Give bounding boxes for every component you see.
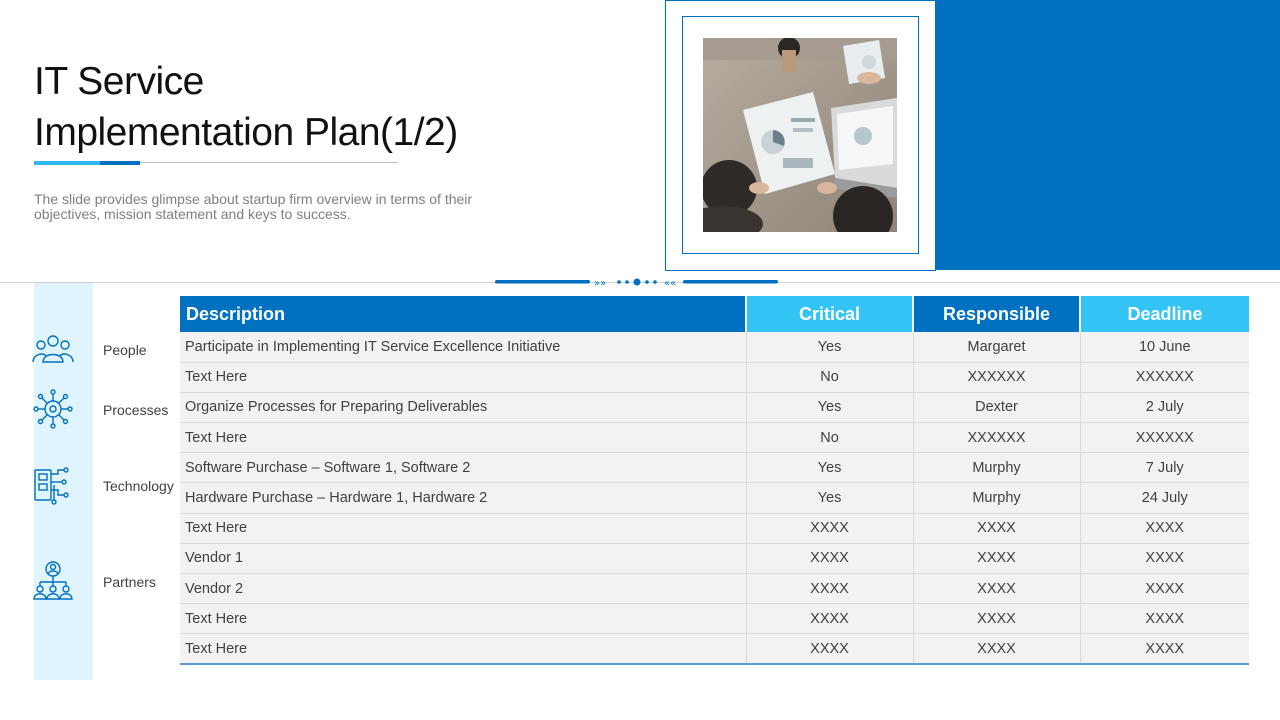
cell-description: Hardware Purchase – Hardware 1, Hardware…: [180, 482, 747, 514]
divider-ornament: »» ««: [495, 278, 778, 289]
title-line-2: Implementation Plan(1/2): [34, 111, 458, 154]
cell-description: Text Here: [180, 513, 747, 544]
table-row: Software Purchase – Software 1, Software…: [180, 452, 1249, 484]
table-header-row: Description Critical Responsible Deadlin…: [180, 296, 1249, 332]
side-label-processes: Processes: [103, 402, 169, 418]
cell-deadline: XXXX: [1080, 513, 1249, 544]
cell-critical: XXXX: [746, 603, 914, 635]
title-line-1: IT Service: [34, 60, 204, 103]
cell-critical: XXXX: [746, 573, 914, 605]
cell-deadline: 10 June: [1080, 332, 1249, 363]
cell-responsible: Margaret: [913, 332, 1081, 363]
circuit-device-icon: [34, 467, 69, 505]
svg-text:»»: »»: [594, 278, 606, 289]
cell-deadline: XXXX: [1080, 603, 1249, 635]
cell-critical: XXXX: [746, 633, 914, 666]
underline-accent-dark: [100, 161, 140, 165]
table-row: Text Here No XXXXXX XXXXXX: [180, 422, 1249, 454]
table-row: Text Here XXXX XXXX XXXX: [180, 633, 1249, 666]
table-row: Hardware Purchase – Hardware 1, Hardware…: [180, 482, 1249, 514]
cell-deadline: 24 July: [1080, 482, 1249, 514]
cell-critical: No: [746, 422, 914, 454]
cell-deadline: 7 July: [1080, 452, 1249, 484]
gear-network-icon: [33, 389, 73, 429]
cell-responsible: XXXX: [913, 513, 1081, 544]
cell-responsible: XXXXXX: [913, 422, 1081, 454]
cell-responsible: XXXX: [913, 633, 1081, 666]
table-row: Vendor 2 XXXX XXXX XXXX: [180, 573, 1249, 605]
implementation-plan-table: Description Critical Responsible Deadlin…: [180, 296, 1249, 666]
cell-critical: Yes: [746, 482, 914, 514]
cell-description: Organize Processes for Preparing Deliver…: [180, 392, 747, 424]
people-group-icon: [32, 335, 74, 363]
blue-accent-block: [935, 0, 1280, 270]
cell-description: Software Purchase – Software 1, Software…: [180, 452, 747, 484]
cell-critical: Yes: [746, 392, 914, 424]
table-body: Participate in Implementing IT Service E…: [180, 332, 1249, 666]
org-hierarchy-icon: [33, 561, 73, 600]
table-row: Text Here XXXX XXXX XXXX: [180, 513, 1249, 544]
cell-description: Text Here: [180, 603, 747, 635]
cell-critical: No: [746, 362, 914, 393]
underline-accent-light: [34, 161, 100, 165]
cell-critical: Yes: [746, 332, 914, 363]
header-deadline: Deadline: [1080, 296, 1249, 332]
svg-text:««: ««: [664, 278, 676, 289]
table-row: Organize Processes for Preparing Deliver…: [180, 392, 1249, 424]
table-row: Text Here XXXX XXXX XXXX: [180, 603, 1249, 635]
header-responsible: Responsible: [913, 296, 1081, 332]
slide-title: IT Service Implementation Plan(1/2): [34, 56, 494, 158]
cell-responsible: Murphy: [913, 452, 1081, 484]
cell-critical: XXXX: [746, 513, 914, 544]
cell-description: Vendor 2: [180, 573, 747, 605]
cell-description: Participate in Implementing IT Service E…: [180, 332, 747, 363]
cell-responsible: XXXX: [913, 603, 1081, 635]
cell-description: Text Here: [180, 362, 747, 393]
cell-deadline: XXXX: [1080, 573, 1249, 605]
cell-critical: XXXX: [746, 543, 914, 575]
slide-subtitle: The slide provides glimpse about startup…: [34, 191, 473, 222]
title-underline: [34, 161, 398, 165]
table-row: Vendor 1 XXXX XXXX XXXX: [180, 543, 1249, 575]
side-label-people: People: [103, 342, 147, 358]
cell-description: Text Here: [180, 422, 747, 454]
cell-responsible: XXXX: [913, 543, 1081, 575]
table-row: Text Here No XXXXXX XXXXXX: [180, 362, 1249, 393]
cell-description: Text Here: [180, 633, 747, 666]
header-critical: Critical: [746, 296, 914, 332]
cell-description: Vendor 1: [180, 543, 747, 575]
header-description: Description: [180, 296, 747, 332]
side-label-partners: Partners: [103, 574, 156, 590]
cell-deadline: XXXX: [1080, 543, 1249, 575]
meeting-photo-illustration: [703, 38, 897, 232]
cell-deadline: XXXXXX: [1080, 362, 1249, 393]
cell-responsible: Murphy: [913, 482, 1081, 514]
side-label-technology: Technology: [103, 478, 174, 494]
cell-deadline: XXXXXX: [1080, 422, 1249, 454]
cell-critical: Yes: [746, 452, 914, 484]
meeting-photo: [703, 38, 897, 232]
cell-deadline: 2 July: [1080, 392, 1249, 424]
cell-responsible: Dexter: [913, 392, 1081, 424]
table-row: Participate in Implementing IT Service E…: [180, 332, 1249, 363]
cell-deadline: XXXX: [1080, 633, 1249, 666]
cell-responsible: XXXX: [913, 573, 1081, 605]
cell-responsible: XXXXXX: [913, 362, 1081, 393]
